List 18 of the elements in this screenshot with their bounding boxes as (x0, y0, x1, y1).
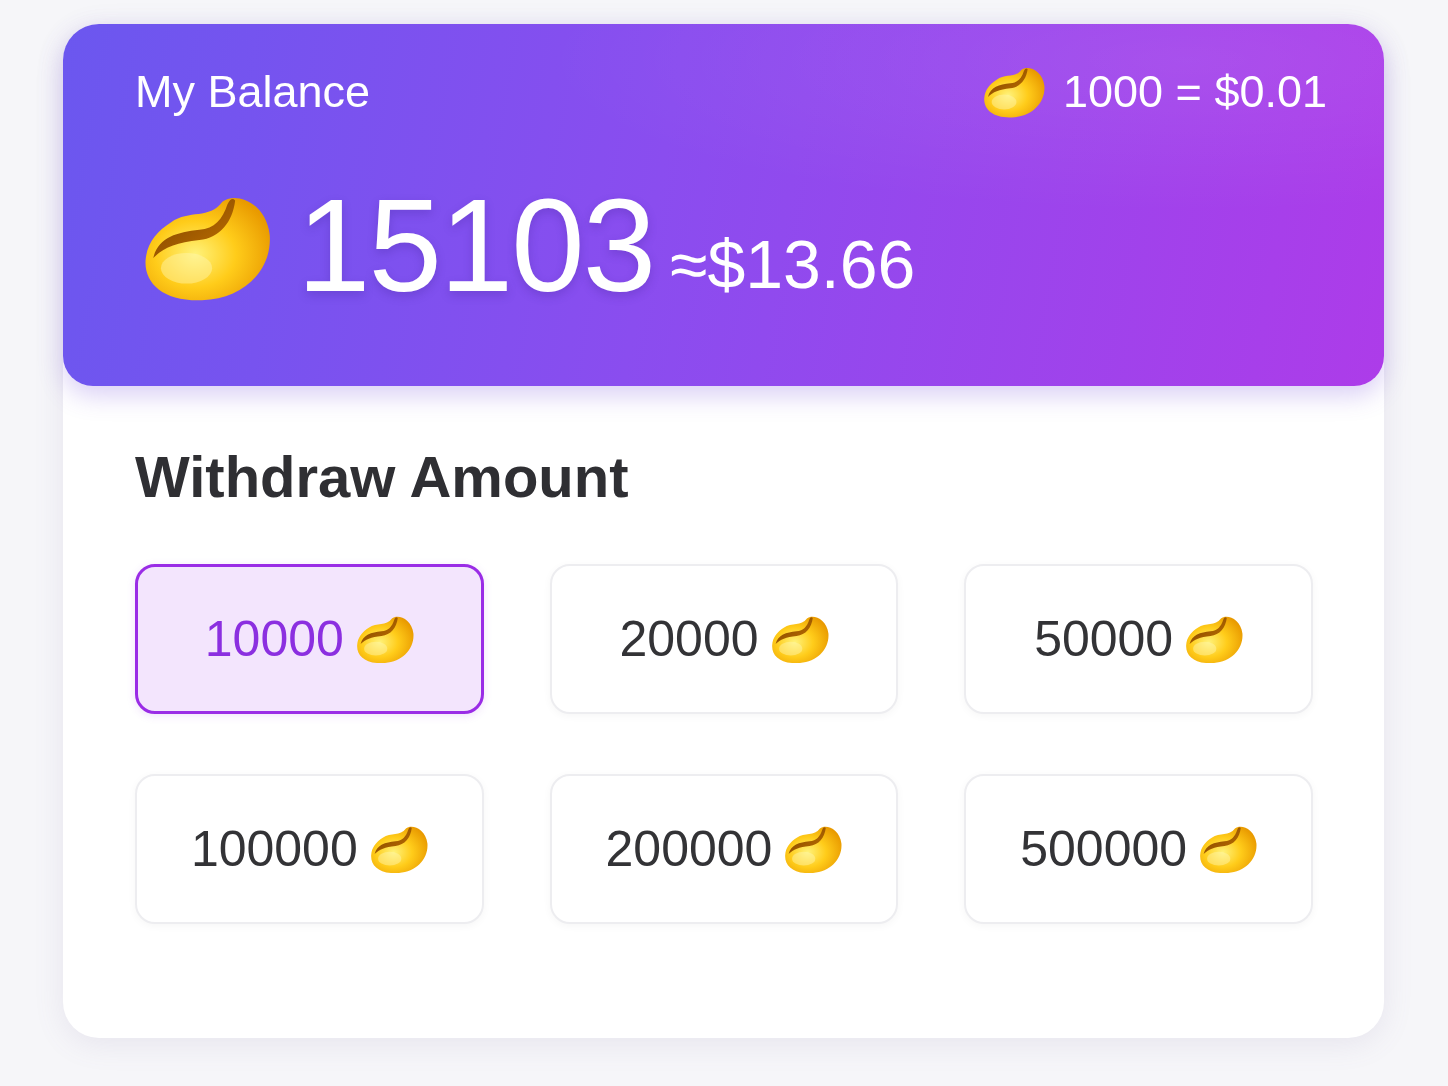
amount-option[interactable]: 20000 (549, 564, 899, 714)
bean-icon (1199, 824, 1258, 874)
balance-usd-value: ≈$13.66 (670, 225, 916, 304)
amount-option[interactable]: 200000 (549, 774, 899, 924)
bean-icon (770, 614, 829, 664)
amount-option[interactable]: 10000 (135, 564, 484, 714)
balance-value: 15103 (297, 186, 655, 306)
bean-icon (369, 824, 428, 874)
amount-option[interactable]: 500000 (964, 774, 1313, 924)
withdraw-title: Withdraw Amount (135, 443, 630, 511)
bean-icon (983, 65, 1045, 119)
exchange-rate: 1000 = $0.01 (1063, 65, 1327, 119)
bean-icon (1185, 614, 1244, 664)
amount-option[interactable]: 100000 (135, 774, 484, 924)
balance-title: My Balance (135, 65, 371, 119)
bean-icon (355, 614, 414, 664)
bean-icon (784, 824, 843, 874)
amount-option[interactable]: 50000 (964, 564, 1313, 714)
